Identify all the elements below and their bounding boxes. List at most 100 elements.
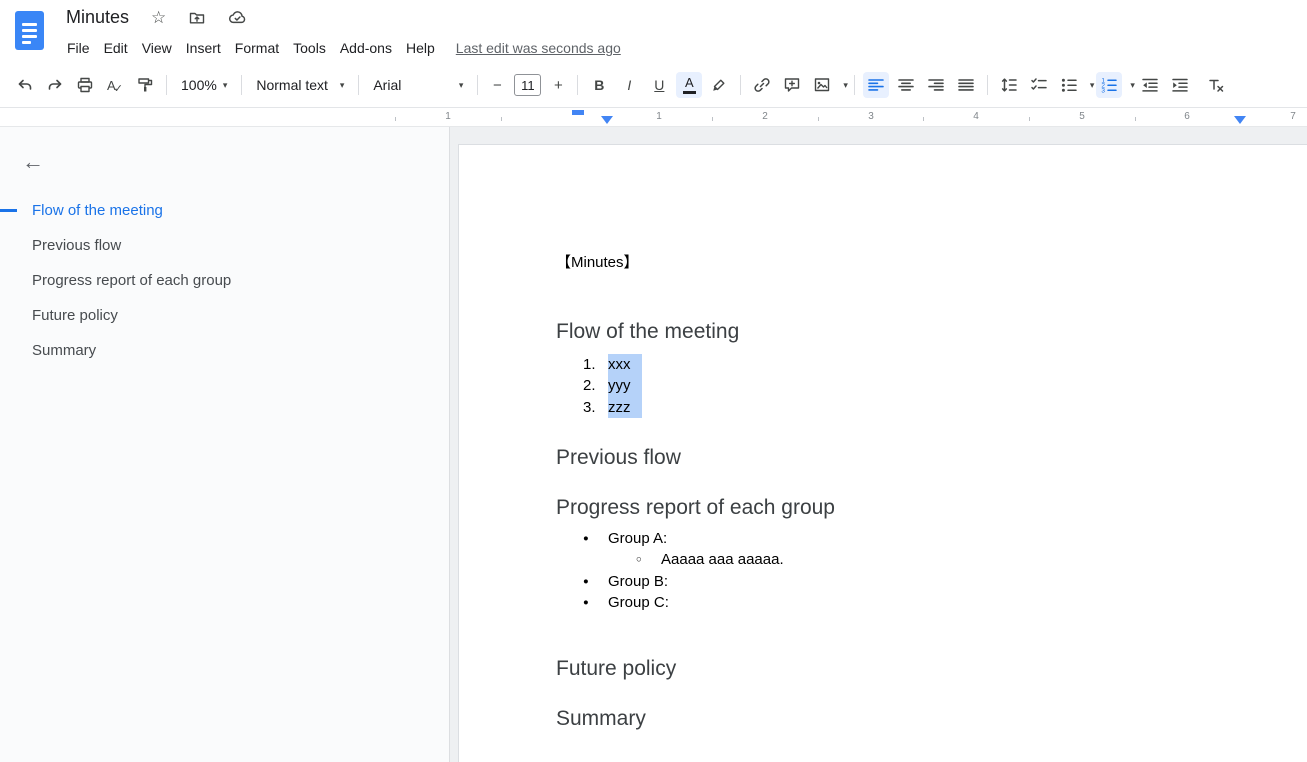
menu-addons[interactable]: Add-ons: [333, 37, 399, 59]
undo-button[interactable]: [12, 72, 38, 98]
print-button[interactable]: [72, 72, 98, 98]
left-indent-marker[interactable]: [601, 116, 613, 124]
ruler-number: 2: [762, 111, 768, 122]
current-text-color-bar: [683, 91, 696, 95]
toolbar-divider: [477, 75, 478, 95]
menu-insert[interactable]: Insert: [179, 37, 228, 59]
close-outline-button[interactable]: ←: [22, 151, 44, 173]
align-center-button[interactable]: [893, 72, 919, 98]
selected-text[interactable]: xxx: [608, 354, 642, 375]
bold-button[interactable]: B: [586, 72, 612, 98]
menu-help[interactable]: Help: [399, 37, 442, 59]
ruler-tick: [1029, 117, 1030, 121]
outline-item-progress-report[interactable]: Progress report of each group: [0, 263, 449, 298]
paint-format-button[interactable]: [132, 72, 158, 98]
font-size-input[interactable]: 11: [514, 74, 541, 96]
first-line-indent-marker[interactable]: [572, 110, 584, 115]
numbered-list-button[interactable]: 1 2 3: [1096, 72, 1122, 98]
active-section-indicator: [0, 209, 17, 212]
bulleted-list-button[interactable]: [1056, 72, 1082, 98]
ruler-tick: [1135, 117, 1136, 121]
toolbar-divider: [577, 75, 578, 95]
document-outline-panel: ← Flow of the meeting Previous flow Prog…: [0, 127, 450, 762]
insert-link-button[interactable]: [749, 72, 775, 98]
italic-button[interactable]: I: [616, 72, 642, 98]
document-page[interactable]: 【Minutes】 Flow of the meeting 1. xxx 2. …: [458, 144, 1307, 762]
toolbar-divider: [987, 75, 988, 95]
list-item[interactable]: ○ Aaaaa aaa aaaaa.: [556, 549, 1307, 570]
ruler-number: 1: [656, 111, 662, 122]
ruler-number: 5: [1079, 111, 1085, 122]
font-size-decrease-button[interactable]: −: [486, 72, 508, 98]
bullet-disc-icon: ●: [583, 576, 608, 587]
docs-logo-icon[interactable]: [15, 11, 44, 50]
bullet-disc-icon: ●: [583, 597, 608, 608]
outline-item-future-policy[interactable]: Future policy: [0, 298, 449, 333]
chevron-down-icon[interactable]: ▾: [843, 80, 848, 91]
checklist-button[interactable]: [1026, 72, 1052, 98]
list-item[interactable]: ● Group B:: [556, 570, 1307, 591]
zoom-select[interactable]: 100% ▾: [173, 72, 235, 98]
decrease-indent-button[interactable]: [1137, 72, 1163, 98]
font-size-increase-button[interactable]: +: [547, 72, 569, 98]
clear-formatting-button[interactable]: [1203, 72, 1229, 98]
ruler-tick: [501, 117, 502, 121]
list-item[interactable]: ● Group C:: [556, 592, 1307, 613]
align-left-button[interactable]: [863, 72, 889, 98]
ruler-tick: [395, 117, 396, 121]
increase-indent-button[interactable]: [1167, 72, 1193, 98]
list-item[interactable]: 2. yyy: [556, 375, 1307, 396]
line-spacing-button[interactable]: [996, 72, 1022, 98]
move-folder-button[interactable]: [188, 9, 206, 27]
doc-heading-future[interactable]: Future policy: [556, 655, 1307, 683]
star-button[interactable]: ☆: [151, 9, 166, 27]
redo-button[interactable]: [42, 72, 68, 98]
menu-tools[interactable]: Tools: [286, 37, 333, 59]
text-color-button[interactable]: A: [676, 72, 702, 98]
align-right-button[interactable]: [923, 72, 949, 98]
bulleted-list: ● Group A: ○ Aaaaa aaa aaaaa. ● Group B:…: [556, 528, 1307, 613]
toolbar-divider: [854, 75, 855, 95]
outline-item-summary[interactable]: Summary: [0, 333, 449, 368]
underline-button[interactable]: U: [646, 72, 672, 98]
selected-text[interactable]: yyy: [608, 375, 642, 396]
doc-heading-progress[interactable]: Progress report of each group: [556, 494, 1307, 522]
toolbar-divider: [241, 75, 242, 95]
menu-bar: File Edit View Insert Format Tools Add-o…: [60, 37, 621, 59]
menu-format[interactable]: Format: [228, 37, 286, 59]
document-title[interactable]: Minutes: [66, 7, 129, 28]
list-item[interactable]: ● Group A:: [556, 528, 1307, 549]
selected-text[interactable]: zzz: [608, 397, 642, 418]
justify-button[interactable]: [953, 72, 979, 98]
doc-heading-summary[interactable]: Summary: [556, 705, 1307, 733]
menu-view[interactable]: View: [135, 37, 179, 59]
toolbar-divider: [166, 75, 167, 95]
ruler-number: 7: [1290, 111, 1296, 122]
menu-file[interactable]: File: [60, 37, 97, 59]
right-indent-marker[interactable]: [1234, 116, 1246, 124]
menu-edit[interactable]: Edit: [97, 37, 135, 59]
chevron-down-icon[interactable]: ▾: [1130, 80, 1135, 91]
insert-image-button[interactable]: [809, 72, 835, 98]
outline-item-flow-of-the-meeting[interactable]: Flow of the meeting: [0, 193, 449, 228]
paragraph-style-select[interactable]: Normal text ▾: [248, 72, 352, 98]
horizontal-ruler[interactable]: 1 1 2 3 4 5 6 7: [0, 108, 1307, 127]
list-item[interactable]: 1. xxx: [556, 354, 1307, 375]
ruler-number: 3: [868, 111, 874, 122]
last-edit-link[interactable]: Last edit was seconds ago: [456, 40, 621, 56]
doc-paragraph-title[interactable]: 【Minutes】: [556, 252, 1307, 273]
font-select[interactable]: Arial ▾: [365, 72, 471, 98]
cloud-saved-icon[interactable]: [228, 8, 247, 27]
list-item[interactable]: 3. zzz: [556, 397, 1307, 418]
spellcheck-button[interactable]: A ✓: [102, 72, 128, 98]
bullet-circle-icon: ○: [636, 554, 661, 565]
doc-heading-flow[interactable]: Flow of the meeting: [556, 318, 1307, 346]
doc-heading-previous[interactable]: Previous flow: [556, 444, 1307, 472]
document-canvas: 【Minutes】 Flow of the meeting 1. xxx 2. …: [450, 127, 1307, 762]
svg-text:3: 3: [1102, 87, 1106, 94]
highlight-color-button[interactable]: [706, 72, 732, 98]
numbered-list: 1. xxx 2. yyy 3. zzz: [556, 354, 1307, 418]
ruler-tick: [818, 117, 819, 121]
add-comment-button[interactable]: [779, 72, 805, 98]
outline-item-previous-flow[interactable]: Previous flow: [0, 228, 449, 263]
